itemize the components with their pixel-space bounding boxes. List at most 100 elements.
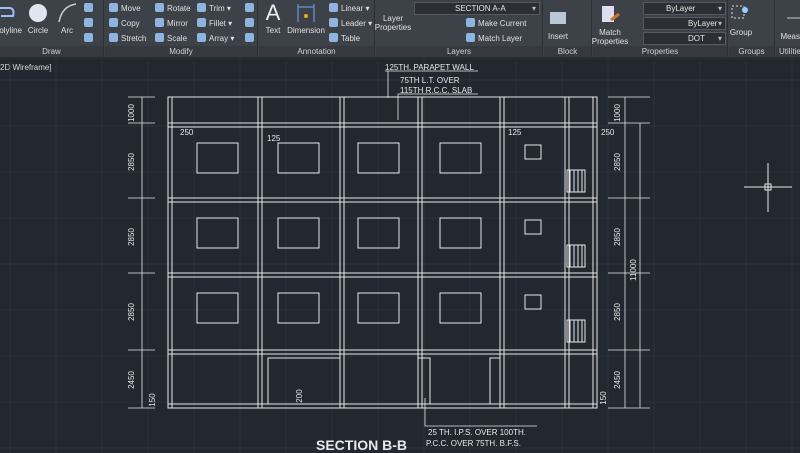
modify-panel-label[interactable]: Modify: [105, 46, 257, 57]
draw-panel: Polyline Circle Arc Draw: [0, 0, 104, 59]
stretch-button[interactable]: Stretch: [109, 32, 146, 45]
move-icon: [109, 3, 118, 12]
building-section: [167, 96, 598, 409]
layers-panel: Layer Properties SECTION A-A Make Curren…: [374, 0, 543, 59]
boundary-button[interactable]: [84, 32, 96, 45]
dimension-text-2850: 2850: [613, 303, 622, 321]
rectangle-button[interactable]: [84, 2, 96, 15]
rectangle-icon: [84, 3, 93, 12]
dimension-text-200: 200: [295, 389, 304, 403]
dimension-text-2850: 2850: [127, 153, 136, 171]
section-title: SECTION B-B: [316, 437, 407, 453]
match-layer-button[interactable]: Match Layer: [466, 32, 522, 45]
fillet-icon: [197, 18, 206, 27]
linetype-dropdown[interactable]: DOT: [643, 32, 726, 45]
mirror-icon: [155, 18, 164, 27]
window: [277, 292, 320, 324]
leader-button[interactable]: Leader ▾: [329, 17, 372, 30]
window: [524, 144, 542, 160]
floor-note-1: 25 TH. I.P.S. OVER 100TH.: [428, 428, 526, 437]
fillet-button[interactable]: Fillet ▾: [197, 17, 232, 30]
dimension-text-2450: 2450: [127, 371, 136, 389]
trim-button[interactable]: Trim ▾: [197, 2, 231, 15]
insert-icon: [550, 12, 566, 24]
properties-panel: Match Properties ByLayer ByLayer DOT Pro…: [591, 0, 728, 59]
rotate-icon: [155, 3, 164, 12]
floor-note-2: P.C.C. OVER 75TH. B.F.S.: [426, 439, 521, 448]
layers-panel-label[interactable]: Layers: [376, 46, 542, 57]
insert-button[interactable]: Insert: [536, 8, 580, 41]
group-button[interactable]: Group: [719, 4, 763, 37]
slab-note-1: 75TH L.T. OVER: [400, 76, 460, 85]
annotation-panel: A Text Dimension Linear ▾ Leader ▾ Table …: [259, 0, 375, 59]
trim-icon: [197, 3, 206, 12]
dimension-text-2850: 2850: [127, 303, 136, 321]
array-icon: [197, 33, 206, 42]
leader-icon: [329, 18, 338, 27]
group-icon: [731, 5, 748, 19]
grid: [0, 61, 800, 453]
utilities-panel-label[interactable]: Utilities: [776, 46, 800, 57]
rotate-button[interactable]: Rotate: [155, 2, 191, 15]
arc-button[interactable]: Arc: [45, 2, 89, 35]
hatch-button[interactable]: [84, 17, 96, 30]
scale-button[interactable]: Scale: [155, 32, 187, 45]
annotation-panel-label[interactable]: Annotation: [259, 46, 374, 57]
linear-button[interactable]: Linear ▾: [329, 2, 370, 15]
dim-250-left: 250: [180, 128, 194, 137]
table-button[interactable]: Table: [329, 32, 360, 45]
make-current-button[interactable]: Make Current: [466, 17, 526, 30]
dimension-text-11000: 11000: [629, 259, 638, 281]
groups-panel-label[interactable]: Groups: [729, 46, 774, 57]
match-properties-button[interactable]: Match Properties: [591, 4, 629, 46]
array-button[interactable]: Array ▾: [197, 32, 234, 45]
block-panel: Insert Block: [544, 0, 592, 59]
mirror-button[interactable]: Mirror: [155, 17, 188, 30]
dim-125-right: 125: [508, 128, 522, 137]
dimension-text-2850: 2850: [613, 153, 622, 171]
window: [196, 292, 239, 324]
stretch-icon: [109, 33, 118, 42]
ribbon: Polyline Circle Arc Draw Move Copy Stret…: [0, 0, 800, 59]
window: [524, 219, 542, 235]
hatch-icon: [84, 18, 93, 27]
ground-opening: [489, 357, 501, 405]
dimension-icon: [297, 4, 315, 22]
outline: [167, 96, 598, 409]
color-dropdown[interactable]: ByLayer: [643, 2, 726, 15]
block-panel-label[interactable]: Block: [544, 46, 591, 57]
slab-note-2: 115TH R.C.C. SLAB: [400, 86, 472, 95]
dim-250-right: 250: [601, 128, 615, 137]
window: [524, 294, 542, 310]
modify-panel: Move Copy Stretch Rotate Mirror Scale Tr…: [105, 0, 258, 59]
window: [439, 292, 482, 324]
draw-panel-label[interactable]: Draw: [0, 46, 103, 57]
window: [196, 217, 239, 249]
move-button[interactable]: Move: [109, 2, 141, 15]
window: [277, 142, 320, 174]
dimension-text-150: 150: [148, 393, 157, 407]
window: [277, 217, 320, 249]
layer-properties-button[interactable]: Layer Properties: [374, 14, 412, 32]
properties-panel-label[interactable]: Properties: [593, 46, 727, 57]
window: [439, 142, 482, 174]
scale-icon: [155, 33, 164, 42]
ground-opening: [267, 357, 341, 405]
dimension-text-1000: 1000: [127, 104, 136, 122]
drawing-canvas[interactable]: 125TH. PARAPET WALL 75TH L.T. OVER 115TH…: [0, 61, 800, 453]
table-icon: [329, 33, 338, 42]
lineweight-dropdown[interactable]: ByLayer: [643, 17, 726, 30]
layer-dropdown[interactable]: SECTION A-A: [414, 2, 540, 15]
copy-icon: [109, 18, 118, 27]
dimension-button[interactable]: Dimension: [286, 2, 326, 35]
boundary-icon: [84, 33, 93, 42]
linear-dimension-icon: [329, 3, 338, 12]
dimension-text-2450: 2450: [613, 371, 622, 389]
match-layer-icon: [466, 33, 475, 42]
arc-icon: [58, 3, 77, 23]
crosshair-cursor: [744, 163, 792, 212]
window: [196, 142, 239, 174]
measure-button[interactable]: Measure: [774, 8, 800, 41]
copy-button[interactable]: Copy: [109, 17, 140, 30]
dimension-text-2850: 2850: [127, 228, 136, 246]
